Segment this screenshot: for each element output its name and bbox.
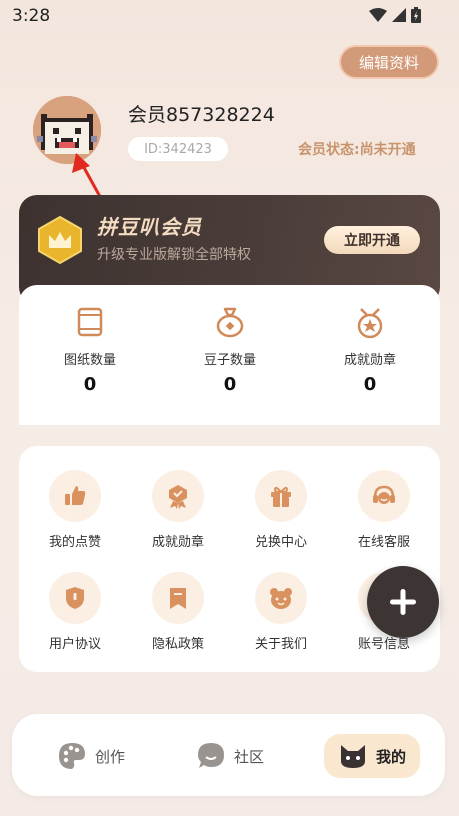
- plus-icon: [390, 589, 416, 615]
- nav-tab-mine[interactable]: 我的: [324, 734, 421, 778]
- menu-about-us[interactable]: 关于我们: [231, 572, 331, 652]
- stat-label: 成就勋章: [343, 353, 396, 368]
- menu-achievement-medals[interactable]: 成就勋章: [128, 470, 228, 550]
- nav-label: 社区: [234, 747, 265, 766]
- vip-title: 拼豆叭会员: [97, 215, 202, 239]
- menu-label: 关于我们: [254, 637, 307, 652]
- menu-redeem-center[interactable]: 兑换中心: [231, 470, 331, 550]
- nav-label: 创作: [95, 747, 126, 766]
- stat-drawings[interactable]: 图纸数量 0: [20, 305, 160, 395]
- edit-profile-button[interactable]: 编辑资料: [339, 45, 439, 79]
- stat-medals[interactable]: 成就勋章 0: [300, 305, 440, 395]
- bear-face-icon: [270, 588, 292, 609]
- thumbs-up-icon: [65, 486, 86, 505]
- money-bag-icon: [216, 307, 244, 338]
- activate-vip-button[interactable]: 立即开通: [324, 226, 420, 254]
- user-id-badge: ID:342423: [128, 137, 228, 161]
- bottom-navigation: 创作 社区 我的: [12, 714, 445, 796]
- nav-tab-create[interactable]: 创作: [57, 734, 125, 778]
- username: 会员857328224: [128, 104, 275, 126]
- bookmark-icon: [170, 588, 186, 609]
- scroll-icon: [77, 307, 103, 337]
- menu-privacy-policy[interactable]: 隐私政策: [128, 572, 228, 652]
- menu-label: 我的点赞: [48, 535, 101, 550]
- pixel-monster-avatar: [33, 96, 101, 164]
- headset-icon: [373, 485, 395, 504]
- stat-label: 豆子数量: [203, 353, 256, 368]
- gift-icon: [271, 486, 291, 507]
- nav-tab-community[interactable]: 社区: [196, 734, 264, 778]
- crown-badge-icon: [38, 215, 82, 265]
- menu-user-agreement[interactable]: 用户协议: [25, 572, 125, 652]
- nav-label: 我的: [376, 747, 407, 766]
- stat-value: 0: [83, 374, 97, 395]
- palette-icon: [59, 743, 85, 769]
- member-status: 会员状态:尚未开通: [298, 142, 416, 158]
- menu-online-support[interactable]: 在线客服: [334, 470, 434, 550]
- menu-label: 用户协议: [48, 637, 101, 652]
- menu-label: 在线客服: [357, 535, 410, 550]
- shield-icon: [66, 587, 84, 609]
- vip-subtitle: 升级专业版解锁全部特权: [97, 247, 251, 263]
- menu-label: 成就勋章: [151, 535, 204, 550]
- menu-label: 兑换中心: [254, 535, 307, 550]
- cat-face-icon: [341, 745, 365, 768]
- create-fab-button[interactable]: [367, 566, 439, 638]
- avatar[interactable]: [33, 96, 101, 164]
- status-time: 3:28: [12, 6, 51, 26]
- status-bar: 3:28: [0, 0, 459, 32]
- wifi-icon: [369, 8, 387, 22]
- stat-value: 0: [363, 374, 377, 395]
- medal-icon: [357, 308, 383, 339]
- stats-card: 图纸数量 0 豆子数量 0 成就勋章 0: [19, 285, 440, 425]
- menu-grid: 我的点赞 成就勋章 兑换中心 在线客服 用户协议 隐私政策 关于我们 账号信息: [19, 446, 440, 672]
- menu-label: 隐私政策: [151, 637, 204, 652]
- menu-label: 账号信息: [357, 637, 410, 652]
- battery-icon: [411, 7, 421, 23]
- status-icons: [369, 7, 421, 23]
- stat-label: 图纸数量: [63, 353, 116, 368]
- chat-bubble-icon: [198, 743, 224, 768]
- signal-icon: [392, 8, 406, 22]
- menu-my-likes[interactable]: 我的点赞: [25, 470, 125, 550]
- stat-beans[interactable]: 豆子数量 0: [160, 305, 300, 395]
- stat-value: 0: [223, 374, 237, 395]
- ribbon-badge-icon: [169, 485, 187, 509]
